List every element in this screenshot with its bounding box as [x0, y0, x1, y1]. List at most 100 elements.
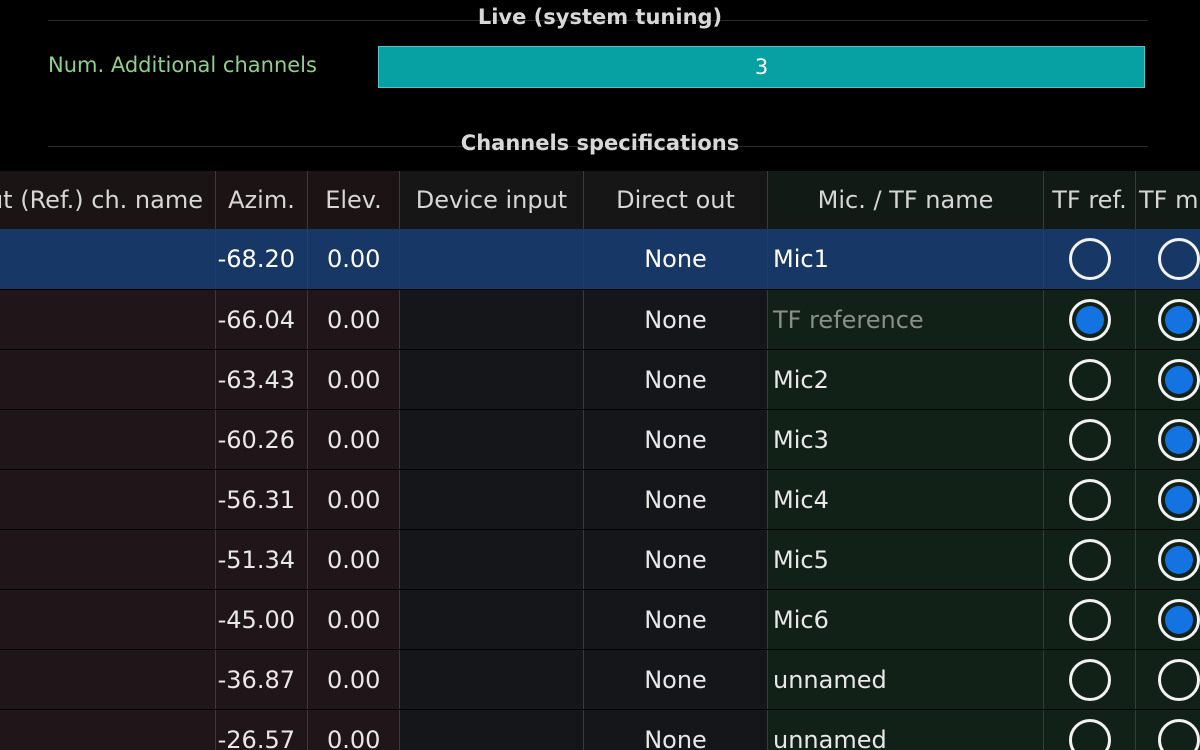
channel-name-cell[interactable] — [0, 410, 215, 470]
tf-ref-radio-cell[interactable] — [1043, 229, 1135, 289]
radio-selected-icon[interactable] — [1158, 299, 1200, 341]
elevation-cell[interactable]: 0.00 — [307, 470, 399, 530]
azimuth-cell[interactable]: -26.57 — [215, 710, 307, 750]
tf-mix-radio-cell[interactable] — [1135, 710, 1200, 750]
elevation-cell[interactable]: 0.00 — [307, 530, 399, 590]
table-row[interactable]: -26.570.00 Noneunnamed — [0, 709, 1200, 750]
radio-selected-icon[interactable] — [1158, 599, 1200, 641]
radio-empty-icon[interactable] — [1069, 359, 1111, 401]
header-direct-out[interactable]: Direct out — [583, 171, 767, 229]
channel-name-cell[interactable] — [0, 650, 215, 710]
header-mic-name[interactable]: Mic. / TF name — [767, 171, 1043, 229]
radio-empty-icon[interactable] — [1069, 238, 1111, 280]
radio-selected-icon[interactable] — [1069, 299, 1111, 341]
mic-name-cell[interactable]: Mic6 — [767, 590, 1043, 650]
radio-selected-icon[interactable] — [1158, 539, 1200, 581]
tf-mix-radio-cell[interactable] — [1135, 290, 1200, 350]
channel-name-cell[interactable] — [0, 470, 215, 530]
elevation-cell[interactable]: 0.00 — [307, 710, 399, 750]
tf-ref-radio-cell[interactable] — [1043, 290, 1135, 350]
tf-ref-radio-cell[interactable] — [1043, 710, 1135, 750]
direct-out-cell[interactable]: None — [583, 590, 767, 650]
mic-name-cell[interactable]: unnamed — [767, 650, 1043, 710]
direct-out-cell[interactable]: None — [583, 229, 767, 289]
table-row[interactable]: -63.430.00 NoneMic2 — [0, 349, 1200, 410]
radio-selected-icon[interactable] — [1158, 419, 1200, 461]
mic-name-cell[interactable]: Mic4 — [767, 470, 1043, 530]
tf-mix-radio-cell[interactable] — [1135, 590, 1200, 650]
tf-ref-radio-cell[interactable] — [1043, 590, 1135, 650]
radio-selected-icon[interactable] — [1158, 359, 1200, 401]
radio-empty-icon[interactable] — [1158, 659, 1200, 701]
mic-name-cell[interactable]: unnamed — [767, 710, 1043, 750]
channel-name-cell[interactable] — [0, 290, 215, 350]
elevation-cell[interactable]: 0.00 — [307, 229, 399, 289]
device-input-cell[interactable] — [399, 350, 583, 410]
table-row[interactable]: -51.340.00 NoneMic5 — [0, 529, 1200, 590]
radio-empty-icon[interactable] — [1069, 419, 1111, 461]
azimuth-cell[interactable]: -60.26 — [215, 410, 307, 470]
direct-out-cell[interactable]: None — [583, 530, 767, 590]
tf-mix-radio-cell[interactable] — [1135, 350, 1200, 410]
device-input-cell[interactable] — [399, 590, 583, 650]
tf-ref-radio-cell[interactable] — [1043, 350, 1135, 410]
device-input-cell[interactable] — [399, 710, 583, 750]
azimuth-cell[interactable]: -63.43 — [215, 350, 307, 410]
elevation-cell[interactable]: 0.00 — [307, 350, 399, 410]
mic-name-cell[interactable]: Mic5 — [767, 530, 1043, 590]
direct-out-cell[interactable]: None — [583, 710, 767, 750]
table-row[interactable]: -66.040.00NoneTF reference — [0, 289, 1200, 350]
header-name[interactable]: ut (Ref.) ch. name — [0, 171, 215, 229]
header-elev[interactable]: Elev. — [307, 171, 399, 229]
device-input-cell[interactable] — [399, 229, 583, 289]
tf-mix-radio-cell[interactable] — [1135, 229, 1200, 289]
channel-name-cell[interactable] — [0, 530, 215, 590]
tf-mix-radio-cell[interactable] — [1135, 530, 1200, 590]
radio-selected-icon[interactable] — [1158, 479, 1200, 521]
radio-empty-icon[interactable] — [1069, 479, 1111, 521]
tf-ref-radio-cell[interactable] — [1043, 530, 1135, 590]
direct-out-cell[interactable]: None — [583, 410, 767, 470]
tf-mix-radio-cell[interactable] — [1135, 650, 1200, 710]
radio-empty-icon[interactable] — [1069, 719, 1111, 750]
header-tf-ref[interactable]: TF ref. — [1043, 171, 1135, 229]
table-row[interactable]: -56.310.00 NoneMic4 — [0, 469, 1200, 530]
channel-name-cell[interactable] — [0, 710, 215, 750]
mic-name-cell[interactable]: Mic3 — [767, 410, 1043, 470]
azimuth-cell[interactable]: -36.87 — [215, 650, 307, 710]
channel-name-cell[interactable] — [0, 229, 215, 289]
device-input-cell[interactable] — [399, 410, 583, 470]
radio-empty-icon[interactable] — [1158, 238, 1200, 280]
device-input-cell[interactable] — [399, 290, 583, 350]
radio-empty-icon[interactable] — [1158, 719, 1200, 750]
elevation-cell[interactable]: 0.00 — [307, 650, 399, 710]
direct-out-cell[interactable]: None — [583, 470, 767, 530]
tf-mix-radio-cell[interactable] — [1135, 410, 1200, 470]
table-row[interactable]: -60.260.00NoneMic3 — [0, 409, 1200, 470]
elevation-cell[interactable]: 0.00 — [307, 590, 399, 650]
direct-out-cell[interactable]: None — [583, 350, 767, 410]
tf-mix-radio-cell[interactable] — [1135, 470, 1200, 530]
channel-name-cell[interactable] — [0, 350, 215, 410]
elevation-cell[interactable]: 0.00 — [307, 290, 399, 350]
azimuth-cell[interactable]: -68.20 — [215, 229, 307, 289]
table-row[interactable]: -68.200.00NoneMic1 — [0, 229, 1200, 289]
device-input-cell[interactable] — [399, 530, 583, 590]
table-row[interactable]: -36.870.00 Noneunnamed — [0, 649, 1200, 710]
mic-name-cell[interactable]: Mic2 — [767, 350, 1043, 410]
header-tf-mix[interactable]: TF mi — [1135, 171, 1200, 229]
direct-out-cell[interactable]: None — [583, 650, 767, 710]
tf-ref-radio-cell[interactable] — [1043, 650, 1135, 710]
direct-out-cell[interactable]: None — [583, 290, 767, 350]
device-input-cell[interactable] — [399, 470, 583, 530]
mic-name-cell[interactable]: TF reference — [767, 290, 1043, 350]
device-input-cell[interactable] — [399, 650, 583, 710]
tf-ref-radio-cell[interactable] — [1043, 410, 1135, 470]
tf-ref-radio-cell[interactable] — [1043, 470, 1135, 530]
azimuth-cell[interactable]: -56.31 — [215, 470, 307, 530]
radio-empty-icon[interactable] — [1069, 539, 1111, 581]
additional-channels-slider[interactable]: 3 — [378, 46, 1145, 88]
header-device-input[interactable]: Device input — [399, 171, 583, 229]
azimuth-cell[interactable]: -51.34 — [215, 530, 307, 590]
header-azim[interactable]: Azim. — [215, 171, 307, 229]
